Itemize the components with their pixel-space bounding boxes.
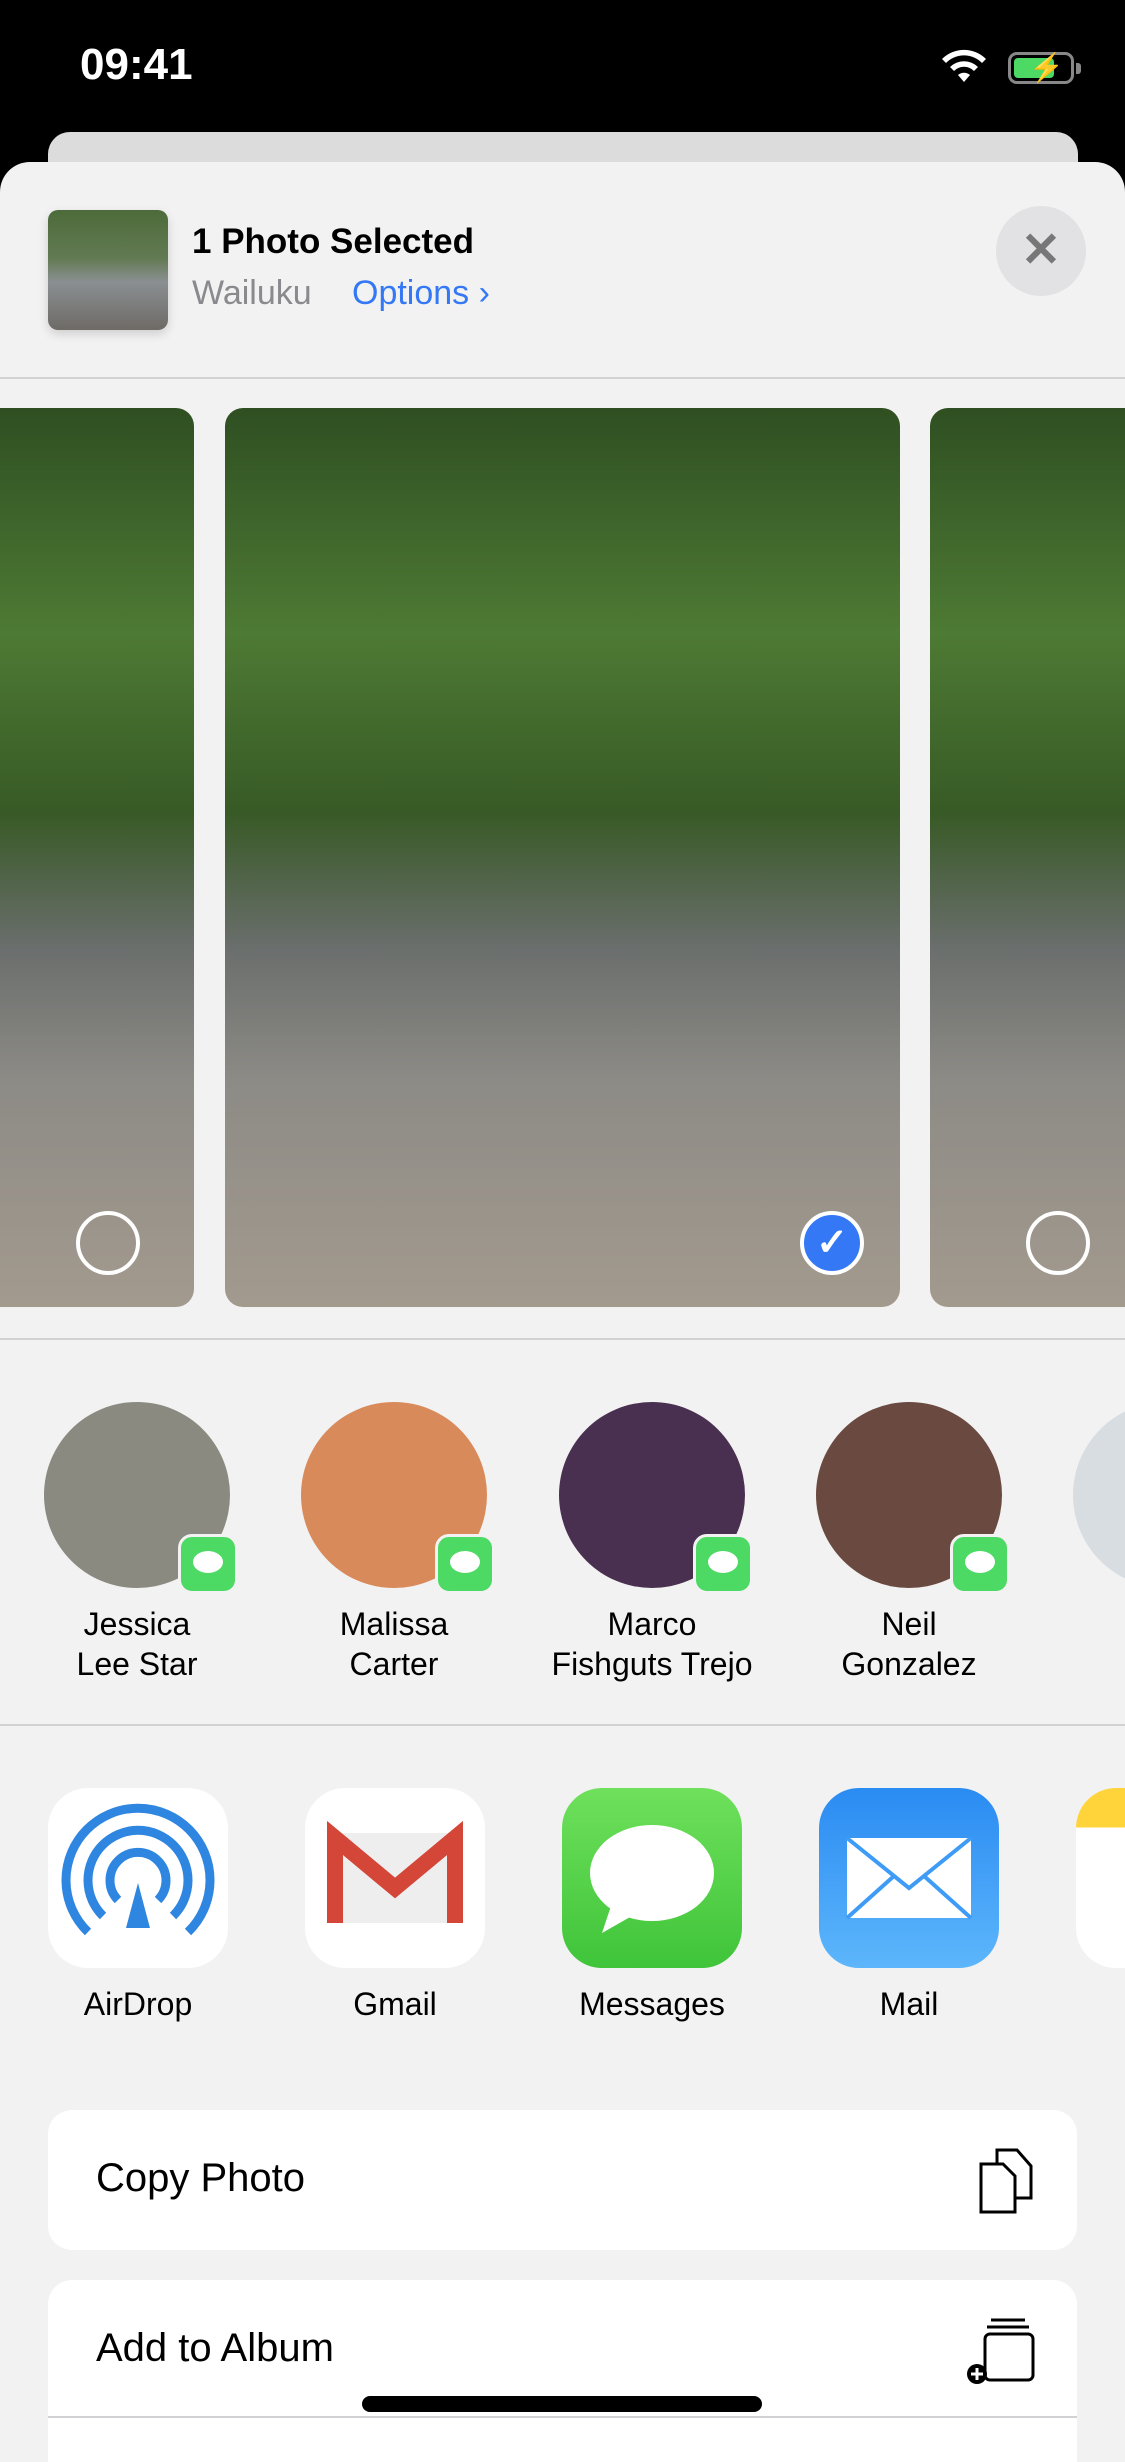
divider	[48, 2416, 1077, 2418]
messages-badge-icon	[435, 1534, 495, 1594]
copy-photo-action[interactable]: Copy Photo	[48, 2110, 1077, 2250]
photo-item[interactable]	[0, 408, 194, 1307]
messages-badge-icon	[693, 1534, 753, 1594]
messages-icon	[562, 1788, 742, 1968]
app-label: AirDrop	[83, 1986, 193, 2022]
divider	[0, 377, 1125, 379]
close-button[interactable]: ✕	[996, 206, 1086, 296]
contact-name: Neil	[881, 1606, 937, 1642]
avatar	[1073, 1402, 1125, 1588]
contact-name: C	[1051, 1644, 1125, 1684]
contact-neil[interactable]: Neil Gonzalez	[794, 1402, 1024, 1684]
mail-icon	[819, 1788, 999, 1968]
app-label: Gmail	[353, 1986, 437, 2022]
action-label: Add to Album	[96, 2326, 334, 2370]
contact-name: Marco	[607, 1606, 697, 1642]
contact-name: Lee Star	[76, 1646, 198, 1682]
airdrop-icon	[48, 1788, 228, 1968]
select-circle-icon[interactable]	[1026, 1211, 1090, 1275]
contact-name: Malissa	[339, 1606, 449, 1642]
divider	[0, 1338, 1125, 1340]
contact-marco[interactable]: Marco Fishguts Trejo	[537, 1402, 767, 1684]
avatar	[559, 1402, 753, 1594]
messages-badge-icon	[950, 1534, 1010, 1594]
share-title: 1 Photo Selected	[192, 222, 475, 261]
select-circle-icon[interactable]	[76, 1211, 140, 1275]
contact-jessica[interactable]: Jessica Lee Star	[22, 1402, 252, 1684]
contact-name: Jessica	[83, 1606, 191, 1642]
selected-photo-thumbnail	[48, 210, 168, 330]
action-label: Copy Photo	[96, 2156, 306, 2200]
photo-item-selected[interactable]: ✓	[225, 408, 900, 1307]
app-messages[interactable]: Messages	[537, 1788, 767, 2023]
app-airdrop[interactable]: AirDrop	[23, 1788, 253, 2023]
battery-icon: ⚡	[1008, 52, 1081, 84]
add-to-album-action[interactable]: Add to Album	[48, 2280, 1077, 2462]
app-notes[interactable]	[1051, 1788, 1125, 1986]
avatar	[44, 1402, 238, 1594]
close-icon: ✕	[1020, 224, 1062, 277]
contact-partial[interactable]: JeC	[1051, 1402, 1125, 1684]
wifi-icon	[942, 49, 986, 82]
location-label: Wailuku	[192, 274, 312, 312]
avatar	[301, 1402, 495, 1594]
app-gmail[interactable]: Gmail	[280, 1788, 510, 2023]
app-mail[interactable]: Mail	[794, 1788, 1024, 2023]
copy-icon	[979, 2148, 1033, 2214]
home-indicator[interactable]	[362, 2396, 762, 2412]
add-to-album-icon	[967, 2318, 1035, 2384]
contact-name: Je	[1051, 1604, 1125, 1644]
messages-badge-icon	[178, 1534, 238, 1594]
gmail-icon	[305, 1788, 485, 1968]
contact-name: Carter	[349, 1646, 439, 1682]
status-bar: 09:41 ⚡	[0, 0, 1125, 130]
notes-icon	[1076, 1788, 1125, 1968]
options-link[interactable]: Options ›	[352, 274, 490, 313]
app-label: Mail	[879, 1986, 939, 2022]
checkmark-icon[interactable]: ✓	[800, 1211, 864, 1275]
share-sheet: 1 Photo Selected Wailuku Options › ✕ ✓ J…	[0, 162, 1125, 2462]
contact-name: Gonzalez	[841, 1646, 977, 1682]
avatar	[816, 1402, 1010, 1594]
contact-malissa[interactable]: Malissa Carter	[279, 1402, 509, 1684]
clock: 09:41	[80, 40, 193, 89]
divider	[0, 1724, 1125, 1726]
app-label: Messages	[579, 1986, 725, 2022]
contact-name: Fishguts Trejo	[551, 1646, 753, 1682]
photo-item[interactable]	[930, 408, 1125, 1307]
